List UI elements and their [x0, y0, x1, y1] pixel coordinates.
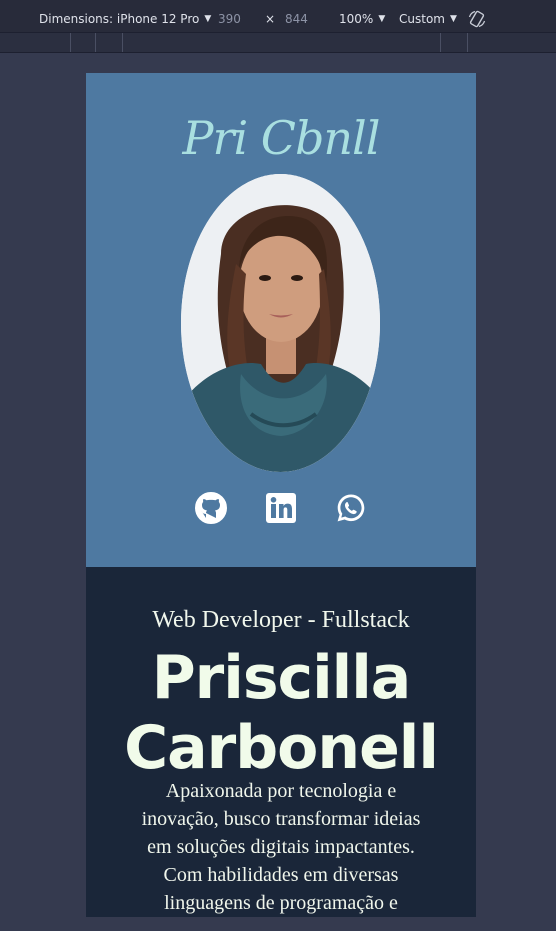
name-first: Priscilla — [151, 643, 412, 713]
rotate-icon[interactable] — [467, 9, 487, 29]
zoom-select[interactable]: 100% ▼ — [339, 12, 385, 26]
about-section: Web Developer - Fullstack Priscilla Carb… — [86, 567, 476, 917]
logo: Pri Cbnll — [182, 111, 381, 165]
profile-photo — [181, 174, 380, 472]
ruler-tick — [467, 33, 468, 52]
ruler-tick — [440, 33, 441, 52]
caret-down-icon: ▼ — [204, 14, 212, 24]
device-select[interactable]: Dimensions: iPhone 12 Pro ▼ — [39, 12, 211, 26]
whatsapp-icon[interactable] — [334, 491, 368, 525]
width-input[interactable]: 390 — [218, 12, 241, 26]
caret-down-icon: ▼ — [449, 14, 457, 24]
ruler-tick — [70, 33, 71, 52]
device-viewport: Pri Cbnll Web Developer - Fullstack Pris… — [86, 73, 476, 917]
bio-text: Apaixonada por tecnologia e inovação, bu… — [141, 780, 421, 914]
ruler-tick — [95, 33, 96, 52]
device-label: Dimensions: iPhone 12 Pro — [39, 12, 200, 26]
throttle-label: Custom — [399, 12, 445, 26]
height-input[interactable]: 844 — [285, 12, 308, 26]
times-sign: × — [265, 12, 276, 26]
throttle-select[interactable]: Custom ▼ — [399, 12, 457, 26]
role-title: Web Developer - Fullstack — [152, 607, 410, 633]
ruler-tick — [122, 33, 123, 52]
media-query-ruler[interactable] — [0, 32, 556, 53]
person-name: Priscilla Carbonell — [86, 643, 476, 783]
zoom-label: 100% — [339, 12, 374, 26]
caret-down-icon: ▼ — [378, 14, 386, 24]
name-last: Carbonell — [124, 713, 439, 783]
hero-section: Pri Cbnll — [86, 73, 476, 567]
github-icon[interactable] — [194, 491, 228, 525]
linkedin-icon[interactable] — [264, 491, 298, 525]
